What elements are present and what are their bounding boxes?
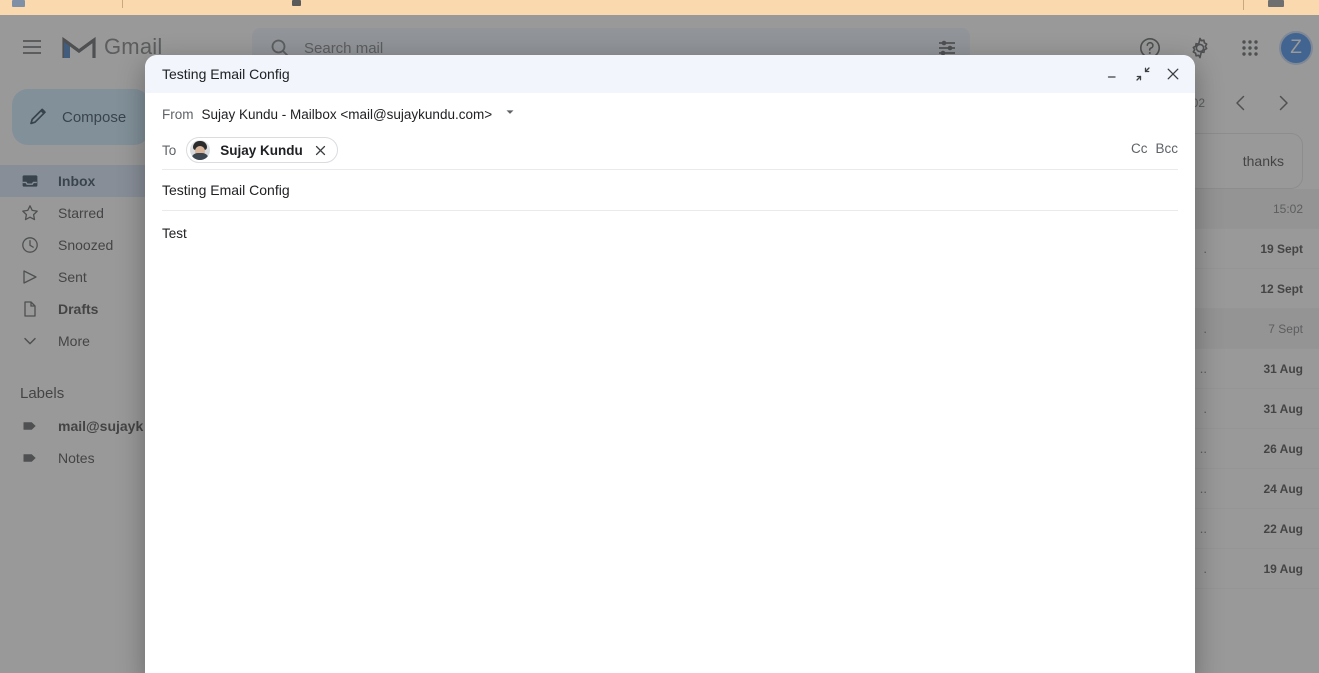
from-label: From — [162, 107, 194, 122]
recipient-chip[interactable]: Sujay Kundu — [186, 137, 338, 163]
compose-dialog: Testing Email Config — [145, 55, 1195, 673]
from-value: Sujay Kundu - Mailbox <mail@sujaykundu.c… — [202, 107, 493, 122]
remove-recipient-icon[interactable] — [313, 142, 329, 158]
body-area[interactable]: Test — [145, 211, 1195, 673]
cc-button[interactable]: Cc — [1131, 141, 1148, 156]
tab-separator-right — [1243, 0, 1244, 10]
compose-window-controls — [1099, 60, 1187, 88]
subject-row[interactable]: Testing Email Config — [145, 170, 1195, 210]
from-row[interactable]: From Sujay Kundu - Mailbox <mail@sujayku… — [145, 97, 1195, 131]
to-row[interactable]: To Sujay Kundu Cc Bcc — [145, 131, 1195, 169]
compose-header[interactable]: Testing Email Config — [145, 55, 1195, 93]
avatar — [190, 140, 210, 160]
tab-indicator — [292, 0, 301, 6]
cc-bcc-group: Cc Bcc — [1131, 141, 1178, 156]
close-icon[interactable] — [1159, 60, 1187, 88]
subject-input[interactable]: Testing Email Config — [162, 182, 290, 198]
tab-favicon — [12, 0, 25, 7]
to-label: To — [162, 143, 176, 158]
exit-fullscreen-icon[interactable] — [1129, 60, 1157, 88]
tab-separator — [122, 0, 123, 8]
compose-title: Testing Email Config — [162, 66, 1099, 82]
screen: Gmail — [0, 0, 1319, 673]
bcc-button[interactable]: Bcc — [1155, 141, 1178, 156]
window-controls[interactable] — [1268, 0, 1284, 7]
recipient-name: Sujay Kundu — [220, 143, 303, 158]
browser-tab-strip — [0, 0, 1319, 15]
minimize-icon[interactable] — [1099, 60, 1127, 88]
body-input[interactable]: Test — [162, 225, 1178, 244]
caret-down-icon[interactable] — [504, 105, 516, 123]
